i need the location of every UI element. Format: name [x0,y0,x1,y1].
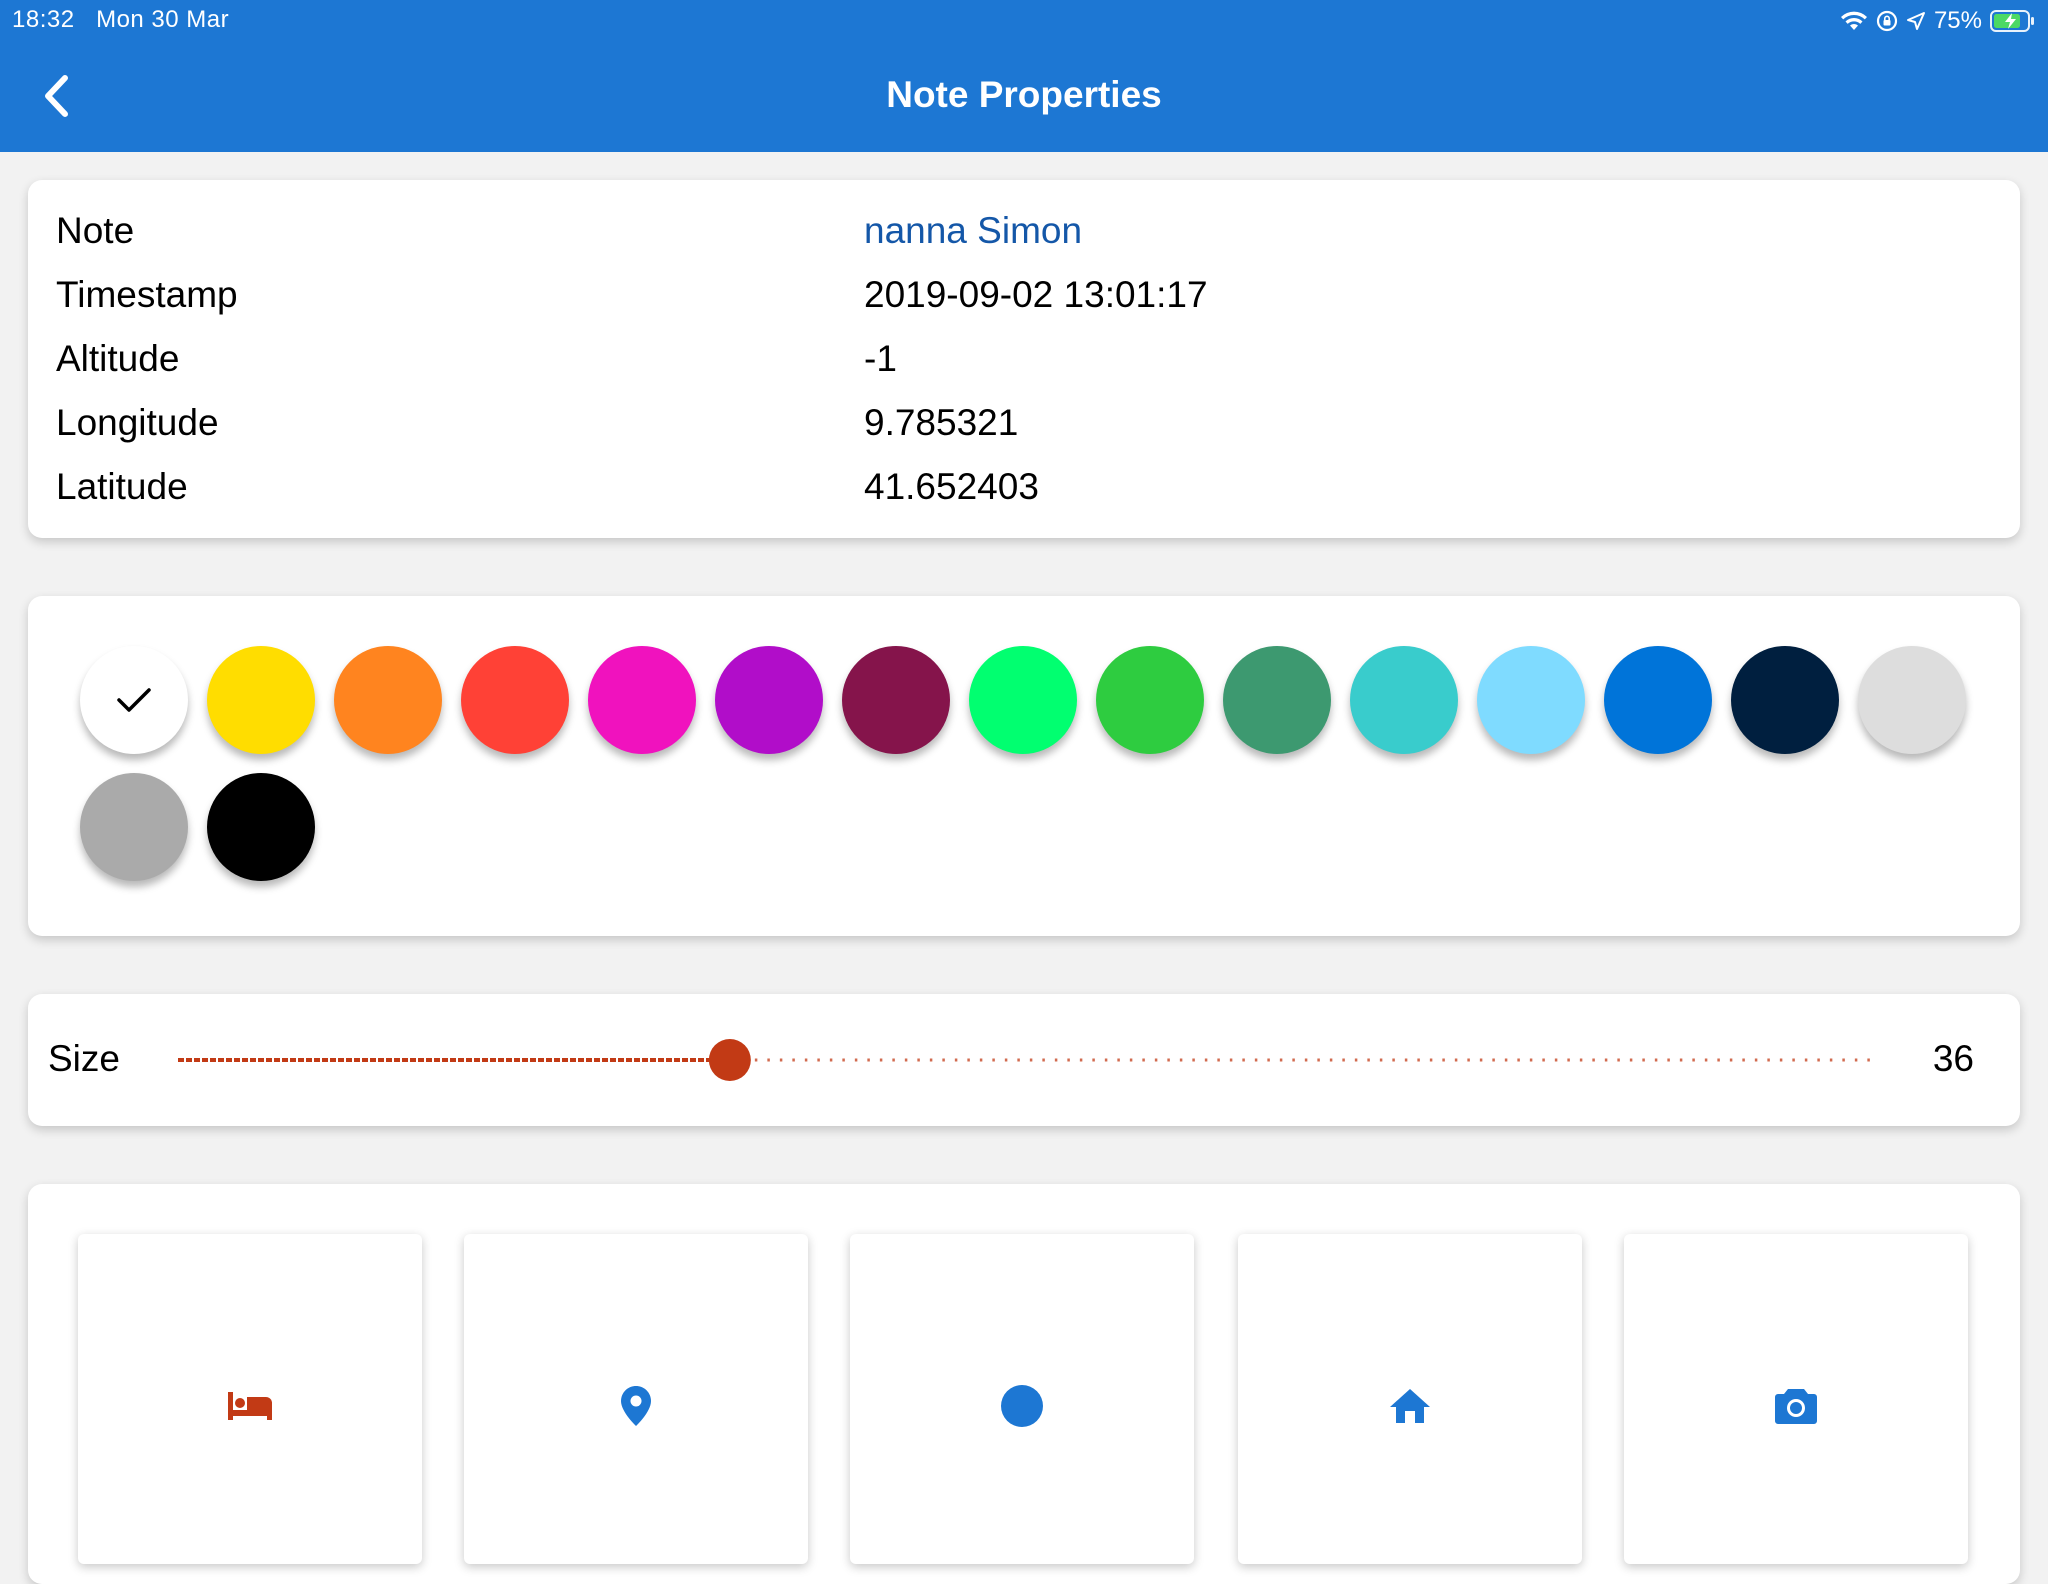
size-label: Size [48,1038,120,1079]
color-swatch[interactable] [969,646,1077,754]
property-label: Altitude [56,338,180,379]
camera-icon [1775,1389,1817,1424]
checkmark-icon [117,688,151,712]
color-swatch[interactable] [842,646,950,754]
icon-tile-bed[interactable] [78,1234,422,1564]
location-arrow-icon [1906,11,1926,31]
orientation-lock-icon [1876,10,1898,32]
icon-tile-home[interactable] [1238,1234,1582,1564]
size-card: Size 36 [28,994,2020,1126]
properties-card: Note nanna Simon Timestamp 2019-09-02 13… [28,180,2020,538]
icon-picker-card [28,1184,2020,1584]
color-swatch[interactable] [1096,646,1204,754]
home-icon [1390,1389,1430,1423]
color-swatch[interactable] [1223,646,1331,754]
color-swatch[interactable] [207,646,315,754]
status-date: Mon 30 Mar [96,6,230,33]
property-value: 2019-09-02 13:01:17 [864,274,1208,315]
status-bar-indicators: 75% [1840,6,2036,36]
slider-thumb [708,1039,751,1081]
color-swatch[interactable] [207,773,315,881]
property-row-note: Note nanna Simon [56,210,1996,274]
status-bar-time: 18:32 Mon 30 Mar [12,6,229,34]
map-pin-icon [621,1386,651,1426]
status-time: 18:32 [12,6,75,33]
property-label: Note [56,210,135,251]
size-value: 36 [1932,1038,1974,1079]
page-title: Note Properties [886,74,1162,115]
property-value: 9.785321 [864,402,1019,443]
icon-tile-camera[interactable] [1624,1234,1968,1564]
note-value-link[interactable]: nanna Simon [864,210,1082,252]
property-row-longitude: Longitude 9.785321 [56,402,1996,466]
property-row-latitude: Latitude 41.652403 [56,466,1996,530]
color-swatch[interactable] [1477,646,1585,754]
property-row-timestamp: Timestamp 2019-09-02 13:01:17 [56,274,1996,338]
color-swatch[interactable] [334,646,442,754]
app-header: 18:32 Mon 30 Mar 75% Note Properties [0,0,2048,152]
property-label: Timestamp [56,274,238,315]
battery-charging-icon [1990,9,2036,33]
size-slider[interactable] [170,1034,1884,1086]
color-swatch[interactable] [1858,646,1966,754]
property-row-altitude: Altitude -1 [56,338,1996,402]
property-label: Longitude [56,402,219,443]
property-value: 41.652403 [864,466,1039,507]
wifi-icon [1840,10,1868,32]
color-swatch[interactable] [1604,646,1712,754]
bed-icon [228,1392,272,1420]
icon-tile-pin[interactable] [464,1234,808,1564]
color-swatch[interactable] [80,646,188,754]
property-label: Latitude [56,466,188,507]
color-swatch[interactable] [1731,646,1839,754]
property-value: -1 [864,338,897,379]
color-swatch[interactable] [80,773,188,881]
color-swatch[interactable] [588,646,696,754]
battery-percent: 75% [1933,7,1982,34]
circle-icon [1001,1385,1043,1427]
color-swatch[interactable] [1350,646,1458,754]
color-swatch[interactable] [461,646,569,754]
color-picker-card [28,596,2020,936]
icon-tile-circle[interactable] [850,1234,1194,1564]
color-swatch[interactable] [715,646,823,754]
